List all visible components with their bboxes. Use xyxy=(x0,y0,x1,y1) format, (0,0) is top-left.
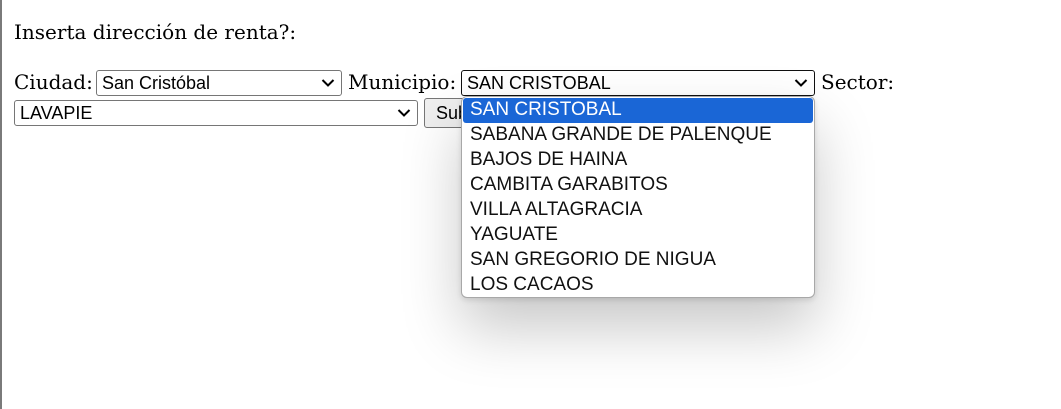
sector-select[interactable]: LAVAPIE xyxy=(14,100,418,126)
municipio-label: Municipio: xyxy=(348,70,457,94)
municipio-option[interactable]: LOS CACAOS xyxy=(463,273,813,297)
address-prompt: Inserta dirección de renta?: xyxy=(14,20,297,44)
chevron-down-icon xyxy=(397,109,411,117)
sector-select-value: LAVAPIE xyxy=(20,103,93,123)
municipio-option[interactable]: VILLA ALTAGRACIA xyxy=(463,198,813,223)
municipio-option[interactable]: CAMBITA GARABITOS xyxy=(463,173,813,198)
ciudad-label: Ciudad: xyxy=(14,70,93,94)
municipio-option[interactable]: YAGUATE xyxy=(463,223,813,248)
sector-label: Sector: xyxy=(821,70,895,94)
municipio-option[interactable]: SAN CRISTOBAL xyxy=(463,98,813,123)
chevron-down-icon xyxy=(321,79,335,87)
municipio-option[interactable]: BAJOS DE HAINA xyxy=(463,148,813,173)
chevron-down-icon xyxy=(794,79,808,87)
municipio-option[interactable]: SABANA GRANDE DE PALENQUE xyxy=(463,123,813,148)
municipio-select[interactable]: SAN CRISTOBAL xyxy=(461,70,815,96)
municipio-select-value: SAN CRISTOBAL xyxy=(467,73,611,93)
window-left-border xyxy=(0,0,2,409)
ciudad-select-value: San Cristóbal xyxy=(102,73,211,93)
ciudad-select[interactable]: San Cristóbal xyxy=(96,70,342,96)
municipio-dropdown-list: SAN CRISTOBAL SABANA GRANDE DE PALENQUE … xyxy=(461,96,815,298)
municipio-option[interactable]: SAN GREGORIO DE NIGUA xyxy=(463,248,813,273)
